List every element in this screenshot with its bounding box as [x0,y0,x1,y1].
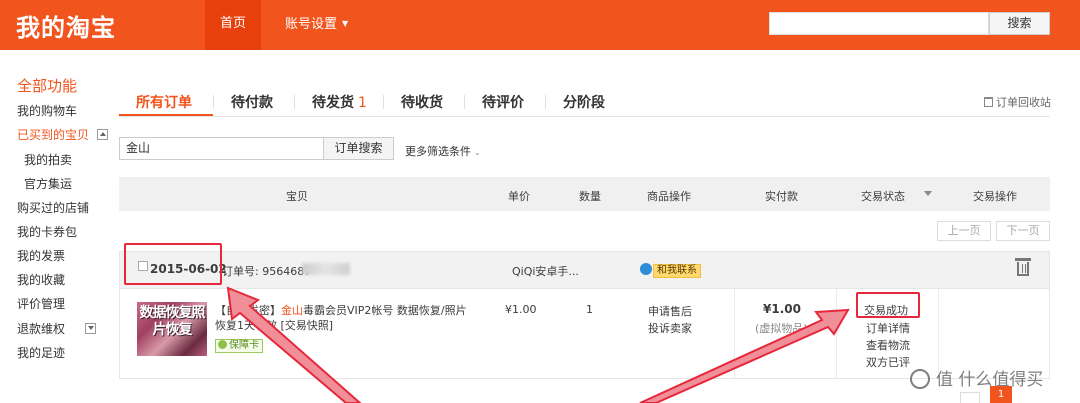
expand-icon[interactable] [85,323,97,334]
column-divider [734,289,735,379]
tab-pending-review[interactable]: 待评价 [482,92,524,112]
both-reviewed-link[interactable]: 双方已评 [866,354,910,370]
nav-account-label: 账号设置 [285,17,338,32]
order-number: 订单号: 9564687 [222,265,312,278]
search-button[interactable]: 搜索 [989,12,1050,35]
tab-pending-shipment[interactable]: 待发货 1 [312,92,367,112]
sidebar-item-favorites[interactable]: 我的收藏 [17,271,65,288]
more-filters-label: 更多筛选条件 [405,145,471,158]
sidebar-item-label: 退款维权 [17,322,66,336]
sidebar-item-coupons[interactable]: 我的卡券包 [17,223,77,240]
tab-divider [545,95,546,109]
contact-seller-button[interactable]: 和我联系 [640,262,701,278]
column-header-quantity: 数量 [579,190,601,203]
apply-after-sale-link[interactable]: 申请售后 [648,303,692,319]
column-header-item-ops: 商品操作 [647,190,691,203]
warranty-badge[interactable]: 保障卡 [215,339,263,353]
paid-note: (虚拟物品) [755,322,808,335]
search-input[interactable] [769,12,989,35]
sidebar-item-auction[interactable]: 我的拍卖 [24,151,72,168]
thumbnail-text: 数据恢复照片恢复 [139,305,206,338]
order-details-link[interactable]: 订单详情 [866,320,910,336]
prev-page-button[interactable]: 上一页 [937,221,991,241]
sidebar-item-invoices[interactable]: 我的发票 [17,247,65,264]
next-page-button[interactable]: 下一页 [996,221,1050,241]
sidebar-title: 全部功能 [17,77,78,95]
quantity: 1 [586,303,593,316]
sidebar-item-purchased[interactable]: 已买到的宝贝 [17,126,109,143]
unit-price: ¥1.00 [505,303,537,316]
watermark-text: 值 什么值得买 [936,370,1044,390]
view-logistics-link[interactable]: 查看物流 [866,337,910,353]
highlight-box-date [124,243,222,285]
sidebar-item-consolidation[interactable]: 官方集运 [24,175,72,192]
order-search-input[interactable]: 金山 [119,137,324,160]
sidebar-item-footprints[interactable]: 我的足迹 [17,344,65,361]
logo[interactable]: 我的淘宝 [16,8,116,43]
order-number-redacted [302,263,350,275]
pagination-prev[interactable] [960,392,980,403]
chevron-down-icon: ⌄ [474,148,481,157]
sidebar-item-cart[interactable]: 我的购物车 [17,102,77,119]
product-title-highlight: 金山 [281,304,303,317]
tab-label: 待发货 [312,95,354,111]
tab-divider [294,95,295,109]
tab-installments[interactable]: 分阶段 [563,92,605,112]
more-filters-link[interactable]: 更多筛选条件 ⌄ [405,143,481,159]
product-title-prefix: 【自动发密】 [215,304,281,317]
complain-seller-link[interactable]: 投诉卖家 [648,320,692,336]
shield-icon [218,340,227,349]
nav-home[interactable]: 首页 [205,0,261,50]
tab-divider [383,95,384,109]
column-header-status[interactable]: 交易状态 [861,188,905,204]
product-title-link[interactable]: 【自动发密】金山毒霸会员VIP2帐号 数据恢复/照片恢复1天有效 [交易快照] [215,303,475,333]
column-divider [836,289,837,379]
chat-icon [640,263,652,275]
tab-pending-payment[interactable]: 待付款 [231,92,273,112]
column-header-unit-price: 单价 [508,190,530,203]
tab-count-badge: 1 [358,95,367,111]
status-filter-caret-icon[interactable] [924,191,932,196]
nav-account-settings[interactable]: 账号设置 ▼ [285,0,348,50]
column-header-item: 宝贝 [286,190,308,203]
warranty-label: 保障卡 [229,340,259,351]
active-tab-indicator [119,114,213,116]
sidebar-item-label: 已买到的宝贝 [17,128,90,142]
product-thumbnail[interactable]: 数据恢复照片恢复 [137,302,207,356]
tab-all-orders[interactable]: 所有订单 [136,92,192,112]
sidebar-item-shops[interactable]: 购买过的店铺 [17,199,89,216]
column-header-paid: 实付款 [765,190,798,203]
recycle-bin-label: 订单回收站 [996,96,1051,109]
delete-order-trash-icon[interactable] [1015,258,1031,276]
caret-down-icon: ▼ [342,19,349,28]
collapse-icon[interactable] [97,129,109,140]
contact-seller-label: 和我联系 [653,264,701,278]
watermark: 值 什么值得买 [910,365,1043,390]
shop-name-link[interactable]: QiQi安卓手... [512,263,579,279]
highlight-box-status [856,292,920,318]
sidebar-item-reviews[interactable]: 评价管理 [17,295,65,312]
tab-pending-receipt[interactable]: 待收货 [401,92,443,112]
watermark-logo-icon [910,369,930,389]
tab-divider [213,95,214,109]
recycle-bin-link[interactable]: 订单回收站 [984,94,1051,110]
sidebar-item-refunds[interactable]: 退款维权 [17,320,97,337]
paid-amount: ¥1.00 [763,302,801,316]
tab-baseline [119,116,1050,117]
column-header-ops: 交易操作 [973,190,1017,203]
trash-icon [984,97,993,107]
tab-divider [464,95,465,109]
order-search-button[interactable]: 订单搜索 [324,137,394,160]
